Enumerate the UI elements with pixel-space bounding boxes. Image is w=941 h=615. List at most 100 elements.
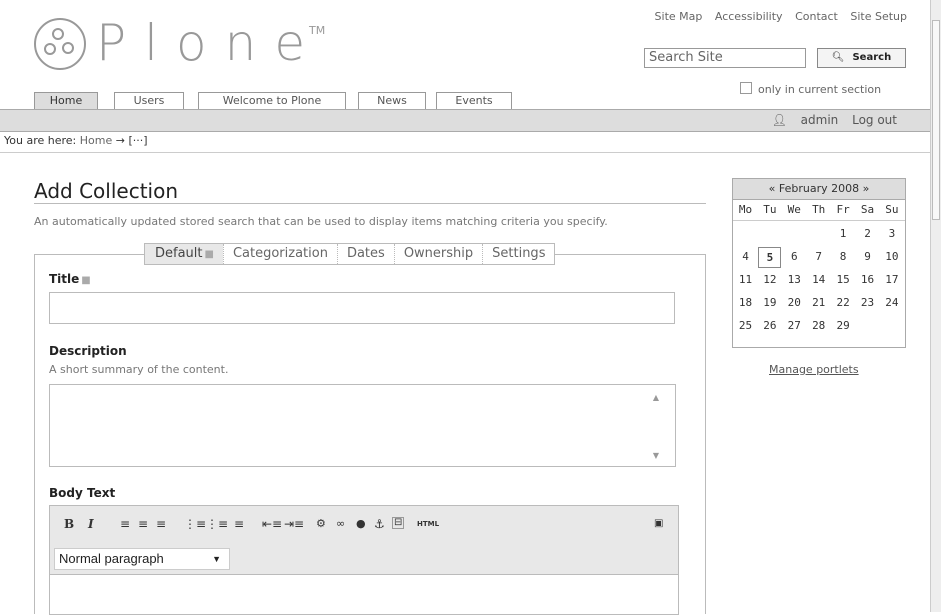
- form-tab-categorization[interactable]: Categorization: [222, 244, 337, 264]
- calendar-weekday: Su: [885, 203, 899, 216]
- calendar-weekday: Sa: [860, 203, 875, 216]
- page-scrollbar[interactable]: [930, 0, 941, 612]
- search-button-label: Search: [852, 52, 892, 63]
- calendar-day: 14: [812, 273, 826, 286]
- title-label-text: Title: [49, 272, 80, 286]
- calendar-weekday-row: Mo Tu We Th Fr Sa Su: [733, 200, 905, 221]
- user-link[interactable]: 👤︎ admin: [762, 113, 839, 127]
- calendar-day: 1: [839, 227, 847, 240]
- title-divider: [34, 203, 706, 204]
- calendar-day: 27: [787, 319, 801, 332]
- site-actions: Site Map Accessibility Contact Site Setu…: [646, 10, 907, 23]
- form-tabs: Default ■ Categorization Dates Ownership …: [144, 243, 556, 265]
- tab-events[interactable]: Events: [436, 92, 512, 109]
- tab-users[interactable]: Users: [114, 92, 184, 109]
- bullet-list-icon[interactable]: ⋮≡: [206, 517, 228, 531]
- calendar-day: 20: [787, 296, 801, 309]
- paragraph-format-value: Normal paragraph: [59, 551, 164, 566]
- align-right-icon[interactable]: ≡: [156, 517, 166, 531]
- calendar-weekday: Mo: [738, 203, 753, 216]
- calendar-next-month[interactable]: »: [863, 182, 870, 195]
- search-input[interactable]: Search Site: [644, 48, 806, 68]
- calendar-day: 13: [787, 273, 801, 286]
- logout-link[interactable]: Log out: [852, 113, 897, 127]
- calendar-day: 9: [864, 250, 871, 263]
- breadcrumb-home[interactable]: Home: [80, 134, 112, 147]
- tab-welcome-to-plone[interactable]: Welcome to Plone: [198, 92, 346, 109]
- external-link-icon[interactable]: ●: [356, 517, 366, 531]
- outdent-icon[interactable]: ⇤≡: [262, 517, 282, 531]
- scroll-up-arrow-icon[interactable]: ▲: [653, 393, 659, 402]
- calendar-day: 23: [860, 296, 875, 309]
- calendar-day: 12: [763, 273, 777, 286]
- required-marker-icon: ■: [204, 249, 214, 260]
- title-input[interactable]: [49, 292, 675, 324]
- image-icon[interactable]: ⚙: [316, 517, 326, 531]
- form-tab-ownership[interactable]: Ownership: [393, 244, 482, 264]
- calendar-day: 18: [738, 296, 753, 309]
- only-current-section-option[interactable]: only in current section: [740, 82, 881, 96]
- definition-list-icon[interactable]: ≡: [234, 517, 244, 531]
- page-description: An automatically updated stored search t…: [34, 215, 608, 228]
- numbered-list-icon[interactable]: ⋮≡: [184, 517, 206, 531]
- site-action-accessibility[interactable]: Accessibility: [715, 10, 783, 23]
- paragraph-format-select[interactable]: Normal paragraph ▼: [54, 548, 230, 570]
- italic-icon[interactable]: I: [88, 517, 94, 531]
- align-left-icon[interactable]: ≡: [120, 517, 130, 531]
- manage-portlets-link[interactable]: Manage portlets: [769, 363, 859, 376]
- calendar-day: 6: [790, 250, 798, 263]
- page-title: Add Collection: [34, 179, 179, 203]
- site-action-contact[interactable]: Contact: [795, 10, 838, 23]
- table-icon[interactable]: ⊟: [392, 517, 405, 529]
- calendar-day: 17: [885, 273, 899, 286]
- calendar-day: 19: [763, 296, 777, 309]
- logo-wordmark: Plone: [96, 14, 324, 72]
- calendar-portlet: « February 2008 » Mo Tu We Th Fr Sa Su 1234567…: [732, 178, 906, 348]
- fullscreen-icon[interactable]: ▣: [654, 517, 663, 531]
- calendar-day: 29: [836, 319, 850, 332]
- breadcrumb-arrow: →: [115, 134, 125, 147]
- scrollbar-thumb[interactable]: [932, 20, 940, 220]
- calendar-day: 7: [815, 250, 822, 263]
- indent-icon[interactable]: ⇥≡: [284, 517, 304, 531]
- title-field-label: Title ■: [49, 272, 91, 286]
- form-tab-settings[interactable]: Settings: [482, 244, 554, 264]
- calendar-grid: Mo Tu We Th Fr Sa Su 1 2 3 4 5 6 7 8 9 10 11 12 13 14 15 16 17…: [732, 200, 906, 348]
- rich-text-toolbar: B I ≡ ≡ ≡ ⋮≡ ⋮≡ ≡ ⇤≡ ⇥≡ ⚙ ∞ ● ⚓ ⊟ HTML ▣…: [49, 505, 679, 575]
- user-name: admin: [800, 113, 839, 127]
- description-help-text: A short summary of the content.: [49, 363, 229, 376]
- calendar-header: « February 2008 »: [732, 178, 906, 200]
- body-text-label: Body Text: [49, 486, 116, 500]
- align-center-icon[interactable]: ≡: [138, 517, 148, 531]
- html-source-button[interactable]: HTML: [417, 517, 439, 531]
- scroll-down-arrow-icon[interactable]: ▼: [653, 451, 659, 460]
- search-button[interactable]: 🔍︎ Search: [817, 48, 906, 68]
- bold-icon[interactable]: B: [64, 517, 74, 531]
- form-tab-default[interactable]: Default ■: [145, 244, 223, 264]
- only-current-section-checkbox[interactable]: [740, 82, 752, 94]
- calendar-weekday: Th: [812, 203, 826, 216]
- plone-logo-icon: [34, 18, 86, 70]
- plone-logo[interactable]: Plone TM: [34, 14, 354, 74]
- only-current-section-label: only in current section: [758, 83, 882, 96]
- form-tab-dates[interactable]: Dates: [336, 244, 394, 264]
- breadcrumb-divider: [0, 152, 941, 153]
- calendar-day: 10: [885, 250, 899, 263]
- tab-home[interactable]: Home: [34, 92, 98, 110]
- breadcrumb-current: [···]: [128, 134, 148, 147]
- description-textarea[interactable]: ▲ ▼: [49, 384, 676, 467]
- anchor-icon[interactable]: ⚓: [374, 517, 385, 531]
- description-field-label: Description: [49, 344, 127, 358]
- tab-news[interactable]: News: [358, 92, 426, 109]
- calendar-day: 16: [860, 273, 875, 286]
- site-action-sitemap[interactable]: Site Map: [655, 10, 703, 23]
- site-action-setup[interactable]: Site Setup: [850, 10, 907, 23]
- calendar-weekday: We: [787, 203, 801, 216]
- calendar-weekday: Tu: [763, 203, 777, 216]
- user-actions: 👤︎ admin Log out: [752, 113, 897, 127]
- calendar-prev-month[interactable]: «: [769, 182, 776, 195]
- link-icon[interactable]: ∞: [336, 517, 345, 531]
- logo-trademark: TM: [309, 24, 326, 37]
- breadcrumb-prefix: You are here:: [4, 134, 77, 147]
- body-text-editor[interactable]: [49, 575, 679, 615]
